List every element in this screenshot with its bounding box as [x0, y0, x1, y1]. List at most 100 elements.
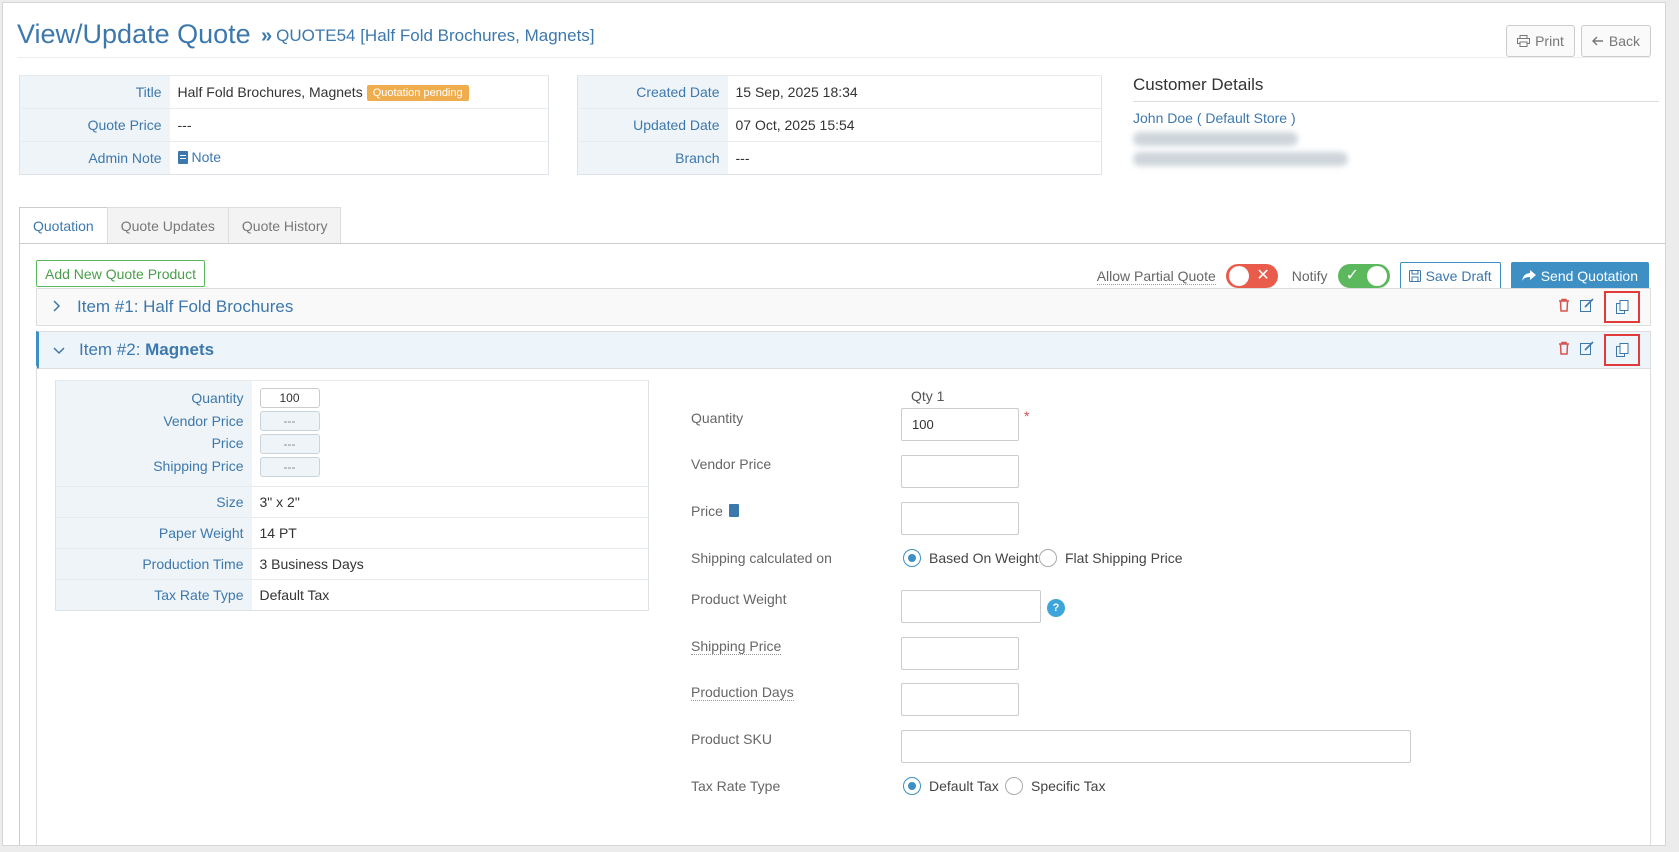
- summary-row: Tax Rate Type Default Tax: [55, 579, 649, 611]
- summary-value: 3" x 2": [251, 486, 649, 518]
- radio-empty-icon: [1005, 777, 1023, 795]
- customer-email-redacted: [1133, 132, 1298, 146]
- vendor-price-label: Vendor Price: [691, 456, 772, 472]
- branch-value: ---: [727, 141, 1102, 175]
- summary-quantity-value: 100: [259, 388, 320, 408]
- shipping-price-input[interactable]: [901, 637, 1019, 670]
- date-info-table: Created Date 15 Sep, 2025 18:34 Updated …: [577, 75, 1102, 175]
- quote-item-row[interactable]: Item #2: Magnets: [36, 331, 1651, 369]
- tab-quote-history[interactable]: Quote History: [227, 207, 342, 243]
- info-row-quote-price: Quote Price ---: [19, 108, 549, 142]
- summary-label: Paper Weight: [55, 517, 252, 549]
- trash-icon[interactable]: [1558, 298, 1570, 316]
- item-name: Magnets: [145, 340, 215, 359]
- radio-empty-icon: [1039, 549, 1057, 567]
- summary-value: 14 PT: [251, 517, 649, 549]
- summary-vendor-price-value: ---: [259, 411, 320, 431]
- x-icon: ✕: [1256, 267, 1270, 284]
- info-value: Half Fold Brochures, Magnets Quotation pe…: [169, 75, 549, 109]
- save-draft-button[interactable]: Save Draft: [1399, 262, 1501, 290]
- item-summary-table: Quantity Vendor Price Price Shipping Pri…: [55, 380, 649, 611]
- item-name: Half Fold Brochures: [143, 297, 294, 316]
- calculator-icon[interactable]: [728, 504, 739, 517]
- double-chevron-icon: »: [261, 25, 272, 47]
- tab-quotation[interactable]: Quotation: [19, 207, 108, 244]
- quotation-panel: Add New Quote Product Allow Partial Quot…: [19, 243, 1665, 845]
- info-label: Branch: [577, 141, 728, 175]
- item-actions: [1558, 291, 1640, 323]
- summary-label: Size: [55, 486, 252, 518]
- quantity-input[interactable]: 100: [901, 408, 1019, 441]
- tab-quote-updates[interactable]: Quote Updates: [106, 207, 229, 243]
- customer-phone-redacted: [1133, 152, 1348, 166]
- header-actions: Print Back: [1506, 25, 1651, 57]
- shipping-option-flat[interactable]: Flat Shipping Price: [1039, 549, 1183, 567]
- edit-icon[interactable]: [1580, 341, 1594, 359]
- breadcrumb-quote: QUOTE54 [Half Fold Brochures, Magnets]: [276, 26, 595, 45]
- vendor-price-input[interactable]: [901, 455, 1019, 488]
- tax-option-specific-label: Specific Tax: [1031, 778, 1106, 794]
- status-badge: Quotation pending: [366, 84, 469, 101]
- info-label: Title: [19, 75, 170, 109]
- info-label: Created Date: [577, 75, 728, 109]
- info-label: Quote Price: [19, 108, 170, 142]
- print-button[interactable]: Print: [1506, 25, 1575, 57]
- send-quotation-label: Send Quotation: [1540, 268, 1638, 284]
- breadcrumb: » QUOTE54 [Half Fold Brochures, Magnets]: [261, 25, 595, 47]
- duplicate-item-button[interactable]: [1604, 291, 1640, 323]
- item-prefix: Item #1:: [77, 297, 144, 316]
- quote-item-row[interactable]: Item #1: Half Fold Brochures: [36, 288, 1651, 326]
- info-row-admin-note: Admin Note Note: [19, 141, 549, 175]
- quantity-label: Quantity: [691, 410, 744, 426]
- production-days-input[interactable]: [901, 683, 1019, 716]
- send-quotation-button[interactable]: Send Quotation: [1510, 262, 1649, 290]
- item-prefix: Item #2:: [79, 340, 146, 359]
- info-label: Updated Date: [577, 108, 728, 142]
- back-button[interactable]: Back: [1580, 25, 1651, 57]
- check-icon: ✓: [1345, 267, 1359, 284]
- qty-column-header: Qty 1: [911, 388, 945, 404]
- summary-row: Paper Weight 14 PT: [55, 517, 649, 549]
- page-header: View/Update Quote » QUOTE54 [Half Fold B…: [17, 17, 1651, 57]
- tax-option-default-label: Default Tax: [929, 778, 999, 794]
- chevron-right-icon[interactable]: [37, 299, 77, 315]
- notify-toggle[interactable]: ✓: [1337, 264, 1390, 288]
- shipping-option-weight[interactable]: Based On Weight: [903, 549, 1038, 567]
- production-days-label: Production Days: [691, 684, 794, 701]
- summary-price-value: ---: [259, 434, 320, 454]
- tax-option-default[interactable]: Default Tax: [903, 777, 999, 795]
- add-quote-product-button[interactable]: Add New Quote Product: [36, 260, 205, 287]
- customer-details-title: Customer Details: [1133, 75, 1659, 102]
- summary-label: Quantity: [191, 390, 244, 406]
- admin-note-label: Note: [191, 149, 222, 166]
- trash-icon[interactable]: [1558, 341, 1570, 359]
- price-input[interactable]: [901, 502, 1019, 535]
- page-title: View/Update Quote: [17, 19, 251, 49]
- customer-name-link[interactable]: John Doe ( Default Store ): [1133, 110, 1659, 126]
- admin-note-link[interactable]: Note: [177, 149, 222, 166]
- duplicate-item-button[interactable]: [1604, 334, 1640, 366]
- arrow-left-icon: [1591, 36, 1603, 46]
- price-summary-values: 100 --- --- ---: [251, 380, 649, 487]
- product-weight-input[interactable]: [901, 590, 1041, 623]
- allow-partial-label: Allow Partial Quote: [1096, 267, 1216, 285]
- allow-partial-toggle[interactable]: ✕: [1225, 264, 1278, 288]
- info-row-updated: Updated Date 07 Oct, 2025 15:54: [577, 108, 1102, 142]
- help-icon[interactable]: ?: [1047, 599, 1065, 617]
- production-days-label-row: Production Days: [691, 684, 794, 701]
- summary-shipping-price-value: ---: [259, 457, 320, 477]
- floppy-icon: [1408, 270, 1421, 282]
- info-row-branch: Branch ---: [577, 141, 1102, 175]
- print-label: Print: [1535, 33, 1564, 49]
- back-label: Back: [1608, 33, 1640, 49]
- edit-icon[interactable]: [1580, 298, 1594, 316]
- chevron-down-icon[interactable]: [39, 342, 79, 358]
- shipping-option-weight-label: Based On Weight: [929, 550, 1039, 566]
- tax-option-specific[interactable]: Specific Tax: [1005, 777, 1105, 795]
- updated-date-value: 07 Oct, 2025 15:54: [727, 108, 1102, 142]
- product-sku-input[interactable]: [901, 730, 1411, 763]
- summary-value: 3 Business Days: [251, 548, 649, 580]
- product-sku-label: Product SKU: [691, 731, 772, 747]
- item-detail-body: Quantity Vendor Price Price Shipping Pri…: [36, 366, 1651, 845]
- notify-label: Notify: [1291, 268, 1328, 284]
